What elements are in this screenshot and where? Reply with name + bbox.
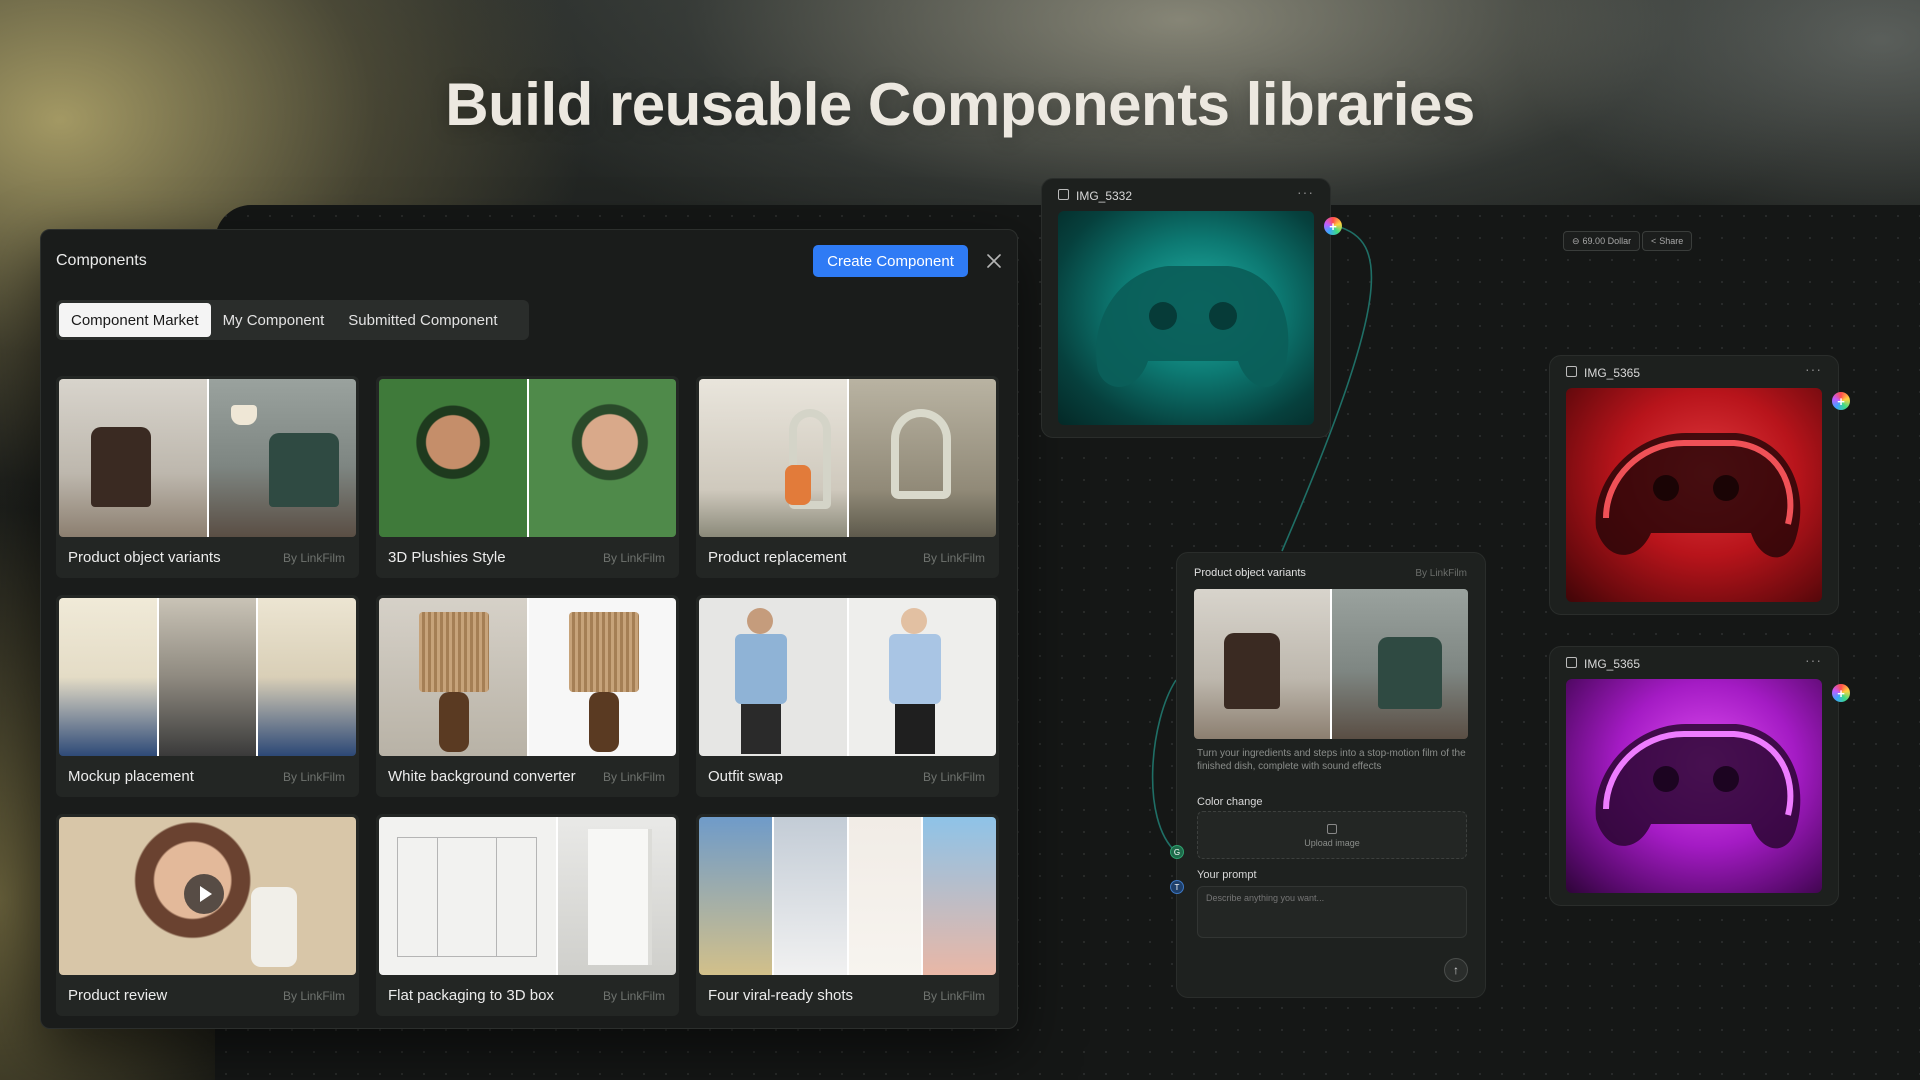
card-thumbnail (699, 598, 996, 756)
upload-text: Upload image (1304, 838, 1360, 848)
prompt-input[interactable] (1197, 886, 1467, 938)
component-card[interactable]: Product object variants By LinkFilm (56, 376, 359, 578)
panel-title: Components (56, 252, 147, 269)
component-card[interactable]: Mockup placement By LinkFilm (56, 595, 359, 797)
card-thumbnail (699, 817, 996, 975)
components-panel: Components Create Component Component Ma… (40, 229, 1018, 1029)
workflow-thumbnail (1194, 589, 1468, 739)
close-icon[interactable] (984, 251, 1004, 271)
component-card[interactable]: Product review By LinkFilm (56, 814, 359, 1016)
node-image (1566, 679, 1822, 893)
node-image (1566, 388, 1822, 602)
component-card[interactable]: White background converter By LinkFilm (376, 595, 679, 797)
send-button[interactable]: ↑ (1444, 958, 1468, 982)
component-card[interactable]: 3D Plushies Style By LinkFilm (376, 376, 679, 578)
image-node-purple[interactable]: IMG_5365 ··· (1549, 646, 1839, 906)
component-card[interactable]: Product replacement By LinkFilm (696, 376, 999, 578)
image-icon (1058, 189, 1069, 200)
image-node-red[interactable]: IMG_5365 ··· (1549, 355, 1839, 615)
upload-icon (1327, 824, 1337, 834)
card-author: By LinkFilm (282, 989, 345, 1003)
tab-my-component[interactable]: My Component (211, 303, 337, 337)
card-author: By LinkFilm (602, 989, 665, 1003)
color-change-label: Color change (1197, 796, 1263, 808)
coin-icon: ⊖ (1572, 235, 1580, 246)
card-thumbnail (59, 379, 356, 537)
tab-component-market[interactable]: Component Market (59, 303, 211, 337)
node-image (1058, 211, 1314, 425)
card-name: Product object variants (68, 549, 221, 566)
add-connection-icon[interactable]: + (1832, 684, 1850, 702)
card-author: By LinkFilm (922, 989, 985, 1003)
workflow-author: By LinkFilm (1415, 568, 1467, 579)
component-card[interactable]: Four viral-ready shots By LinkFilm (696, 814, 999, 1016)
card-thumbnail (699, 379, 996, 537)
node-title: IMG_5332 (1076, 189, 1133, 203)
more-icon[interactable]: ··· (1297, 184, 1314, 200)
image-node-teal[interactable]: IMG_5332 ··· (1041, 178, 1331, 438)
add-connection-icon[interactable]: + (1324, 217, 1342, 235)
card-thumbnail (379, 598, 676, 756)
card-name: 3D Plushies Style (388, 549, 506, 566)
text-port-icon[interactable]: T (1170, 880, 1184, 894)
add-connection-icon[interactable]: + (1832, 392, 1850, 410)
share-button[interactable]: < Share (1642, 231, 1693, 251)
workflow-node[interactable]: Product object variants By LinkFilm Turn… (1176, 552, 1486, 998)
card-name: Four viral-ready shots (708, 987, 854, 1004)
node-title: IMG_5365 (1584, 366, 1641, 380)
card-author: By LinkFilm (922, 551, 985, 565)
arrow-up-icon: ↑ (1453, 963, 1459, 977)
card-thumbnail (59, 598, 356, 756)
card-name: Outfit swap (708, 768, 784, 785)
card-author: By LinkFilm (602, 551, 665, 565)
component-card[interactable]: Outfit swap By LinkFilm (696, 595, 999, 797)
component-tabs: Component Market My Component Submitted … (56, 300, 529, 340)
card-name: Product review (68, 987, 168, 1004)
upload-image-dropzone[interactable]: Upload image (1197, 811, 1467, 859)
cost-badge: ⊖ 69.00 Dollar (1563, 231, 1641, 251)
share-label: Share (1659, 236, 1684, 246)
component-card[interactable]: Flat packaging to 3D box By LinkFilm (376, 814, 679, 1016)
more-icon[interactable]: ··· (1805, 652, 1822, 668)
card-author: By LinkFilm (282, 770, 345, 784)
card-name: Product replacement (708, 549, 847, 566)
image-port-icon[interactable]: G (1170, 845, 1184, 859)
more-icon[interactable]: ··· (1805, 361, 1822, 377)
page-headline: Build reusable Components libraries (445, 71, 1475, 138)
card-thumbnail (379, 379, 676, 537)
create-component-button[interactable]: Create Component (813, 245, 968, 277)
card-author: By LinkFilm (602, 770, 665, 784)
card-name: Mockup placement (68, 768, 194, 785)
workflow-description: Turn your ingredients and steps into a s… (1197, 748, 1466, 772)
tab-submitted-component[interactable]: Submitted Component (336, 303, 509, 337)
card-thumbnail (379, 817, 676, 975)
workflow-title: Product object variants (1194, 567, 1306, 579)
image-icon (1566, 657, 1577, 668)
prompt-label: Your prompt (1197, 869, 1257, 881)
card-name: White background converter (388, 768, 576, 785)
node-title: IMG_5365 (1584, 657, 1641, 671)
image-icon (1566, 366, 1577, 377)
card-author: By LinkFilm (922, 770, 985, 784)
cost-text: 69.00 Dollar (1582, 236, 1632, 246)
share-icon: < (1651, 236, 1657, 246)
card-name: Flat packaging to 3D box (388, 987, 554, 1004)
play-icon[interactable] (184, 874, 224, 914)
card-author: By LinkFilm (282, 551, 345, 565)
